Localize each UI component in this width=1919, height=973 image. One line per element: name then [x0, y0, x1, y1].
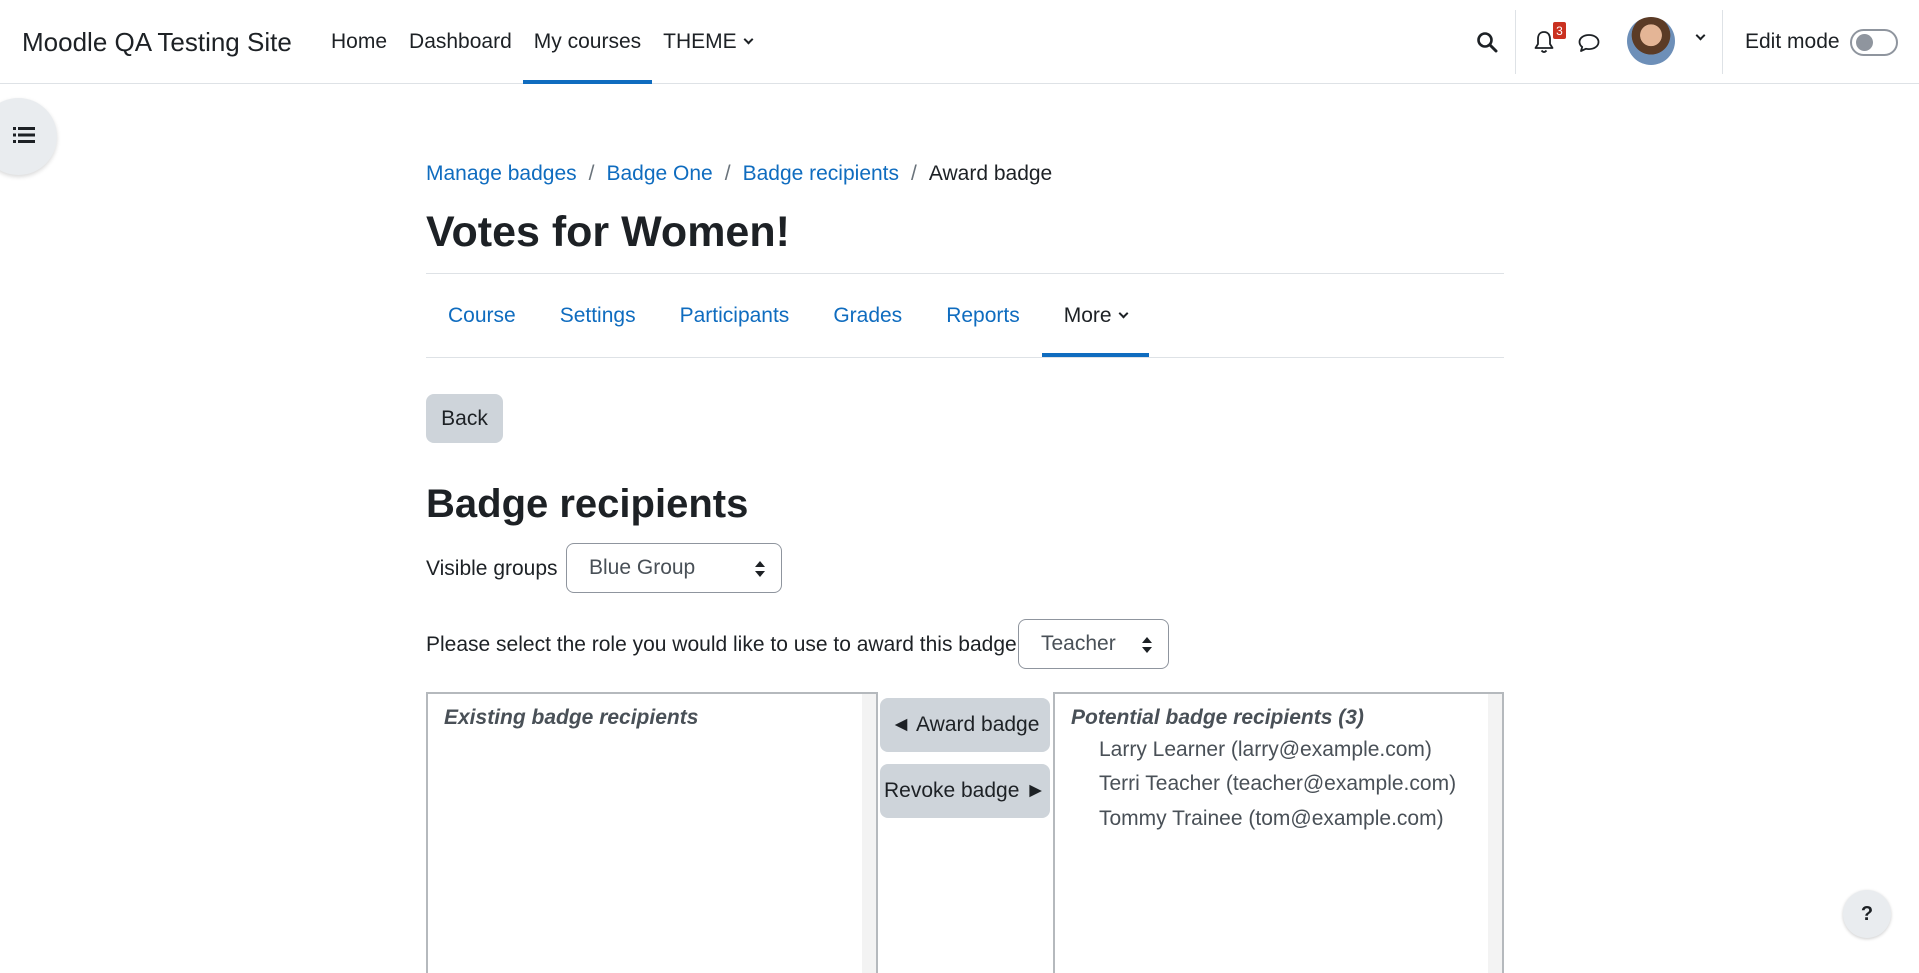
role-select[interactable]: Teacher — [1018, 619, 1169, 669]
select-arrows-icon — [1142, 637, 1152, 653]
secondary-nav-divider — [426, 357, 1504, 358]
search-button[interactable] — [1473, 28, 1501, 56]
notification-count-badge: 3 — [1553, 22, 1566, 39]
chevron-down-icon[interactable] — [1695, 30, 1706, 41]
tab-grades[interactable]: Grades — [811, 274, 924, 357]
potential-recipients-list[interactable]: Potential badge recipients (3) Larry Lea… — [1053, 692, 1504, 973]
list-item[interactable]: Larry Learner (larry@example.com) — [1099, 738, 1432, 762]
breadcrumb-separator: / — [588, 162, 595, 185]
existing-recipients-heading: Existing badge recipients — [444, 706, 699, 729]
chevron-down-icon — [1118, 308, 1129, 318]
revoke-badge-button[interactable]: Revoke badge ► — [880, 764, 1050, 818]
tab-more[interactable]: More — [1041, 274, 1149, 357]
chat-icon — [1578, 34, 1600, 52]
breadcrumb-manage-badges[interactable]: Manage badges — [426, 162, 577, 186]
edit-mode-label: Edit mode — [1745, 30, 1840, 53]
tab-more-label: More — [1063, 303, 1112, 327]
list-item[interactable]: Tommy Trainee (tom@example.com) — [1099, 807, 1444, 831]
visible-groups-selected: Blue Group — [589, 556, 696, 579]
nav-home[interactable]: Home — [320, 0, 398, 84]
top-navbar: Moodle QA Testing Site Home Dashboard My… — [0, 0, 1919, 84]
course-index-toggle[interactable] — [0, 98, 57, 175]
nav-theme[interactable]: THEME — [652, 0, 763, 84]
chevron-down-icon — [743, 34, 754, 45]
primary-navigation: Home Dashboard My courses THEME — [320, 0, 763, 84]
user-avatar[interactable] — [1627, 17, 1675, 65]
scrollbar[interactable] — [862, 694, 876, 973]
role-selected: Teacher — [1041, 632, 1116, 655]
back-button[interactable]: Back — [426, 394, 503, 443]
list-icon — [13, 127, 35, 143]
select-arrows-icon — [755, 561, 765, 577]
page-title: Votes for Women! — [426, 208, 790, 256]
search-icon — [1477, 32, 1498, 53]
tab-reports[interactable]: Reports — [924, 274, 1042, 357]
navbar-divider — [1515, 10, 1516, 74]
breadcrumb-current: Award badge — [928, 162, 1053, 185]
breadcrumb: Manage badges / Badge One / Badge recipi… — [426, 162, 1052, 186]
breadcrumb-badge-recipients[interactable]: Badge recipients — [743, 162, 899, 186]
visible-groups-label: Visible groups — [426, 557, 558, 580]
existing-recipients-list[interactable]: Existing badge recipients — [426, 692, 878, 973]
nav-dashboard[interactable]: Dashboard — [398, 0, 523, 84]
visible-groups-select[interactable]: Blue Group — [566, 543, 782, 593]
toggle-knob — [1856, 34, 1873, 51]
nav-my-courses[interactable]: My courses — [522, 0, 653, 84]
breadcrumb-separator: / — [724, 162, 731, 185]
list-item[interactable]: Terri Teacher (teacher@example.com) — [1099, 772, 1456, 796]
tab-course[interactable]: Course — [426, 274, 538, 357]
secondary-navigation: Course Settings Participants Grades Repo… — [426, 274, 1149, 358]
breadcrumb-separator: / — [911, 162, 917, 185]
scrollbar[interactable] — [1488, 694, 1502, 973]
role-label: Please select the role you would like to… — [426, 633, 1023, 656]
potential-recipients-heading: Potential badge recipients (3) — [1071, 706, 1364, 729]
navbar-divider — [1722, 10, 1723, 74]
edit-mode-toggle[interactable] — [1850, 29, 1898, 56]
nav-theme-label: THEME — [663, 30, 737, 53]
messages-button[interactable] — [1575, 29, 1603, 57]
site-name[interactable]: Moodle QA Testing Site — [22, 27, 292, 58]
help-button[interactable]: ? — [1843, 890, 1891, 938]
section-title: Badge recipients — [426, 482, 749, 526]
breadcrumb-badge-one[interactable]: Badge One — [606, 162, 712, 186]
tab-participants[interactable]: Participants — [658, 274, 812, 357]
bell-icon — [1534, 31, 1554, 53]
award-badge-button[interactable]: ◄ Award badge — [880, 698, 1050, 752]
tab-settings[interactable]: Settings — [538, 274, 658, 357]
